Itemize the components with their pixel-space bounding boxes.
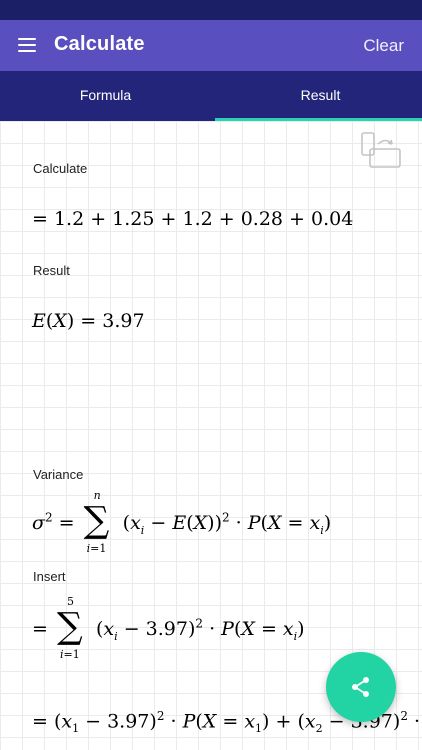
calculate-label: Calculate xyxy=(33,161,88,176)
tab-formula[interactable]: Formula xyxy=(0,71,211,121)
app-bar: Calculate Clear xyxy=(0,20,422,71)
variance-formula: σ2 = n ∑ i=1 (xi − E(X))2 · P(X = xi) xyxy=(32,489,332,555)
tab-bar: Formula Result xyxy=(0,71,422,121)
share-button[interactable] xyxy=(326,652,396,722)
clear-button[interactable]: Clear xyxy=(363,36,404,56)
share-icon xyxy=(352,677,369,697)
insert-label: Insert xyxy=(33,569,66,584)
calculate-expression: = 1.2 + 1.25 + 1.2 + 0.28 + 0.04 xyxy=(32,208,354,230)
rotate-device-icon[interactable] xyxy=(360,131,402,171)
summation-symbol: 5 ∑ i=1 xyxy=(56,595,83,661)
page-title: Calculate xyxy=(54,33,145,55)
variance-label: Variance xyxy=(33,467,84,482)
status-bar xyxy=(0,0,422,20)
result-expression: E(X) = 3.97 xyxy=(32,310,145,332)
tab-result[interactable]: Result xyxy=(215,71,422,121)
insert-formula: = 5 ∑ i=1 (xi − 3.97)2 · P(X = xi) xyxy=(32,595,305,661)
result-label: Result xyxy=(33,263,70,278)
summation-symbol: n ∑ i=1 xyxy=(83,489,110,555)
menu-icon[interactable] xyxy=(18,38,36,53)
